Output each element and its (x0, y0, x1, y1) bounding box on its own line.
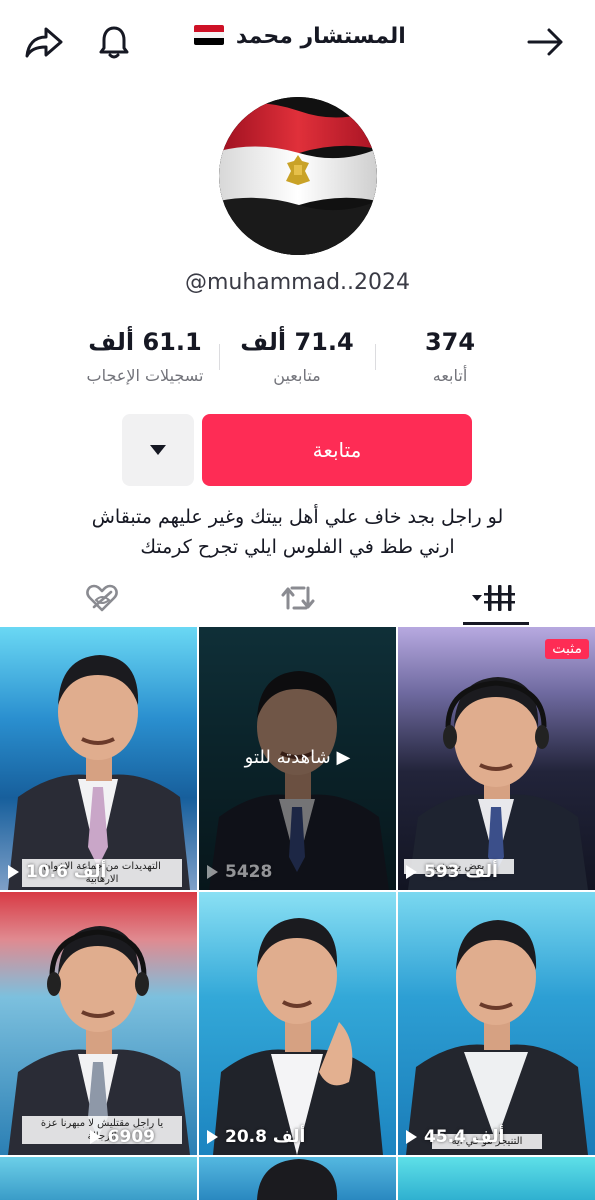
video-thumbnail[interactable]: التهديدات من جماعة الاخوان الارهابية 10.… (0, 627, 197, 890)
video-thumbnail[interactable]: ▶ شاهدته للتو 5428 (199, 627, 396, 890)
profile-stats: 374 أتابعه 71.4 ألف متابعين 61.1 ألف تسج… (0, 328, 595, 398)
following-stat[interactable]: 374 أتابعه (375, 328, 525, 385)
profile-bio: لو راجل بجد خاف علي أهل بيتك وغير عليهم … (40, 502, 555, 562)
following-count: 374 (424, 328, 476, 356)
follow-button[interactable]: متابعة (202, 414, 472, 486)
just-watched-label: ▶ شاهدته للتو (244, 747, 351, 768)
thumbnail-background (398, 1157, 595, 1200)
egypt-flag-icon (194, 25, 225, 45)
following-label: أتابعه (432, 366, 468, 385)
play-icon (207, 865, 218, 879)
person-thumbnail-graphic (213, 918, 383, 1155)
play-icon (406, 1130, 417, 1144)
view-count: 6909 (89, 1127, 155, 1147)
video-thumbnail[interactable]: يا راجل مقتليش لا مبهرنا عزة الرجالة 690… (0, 892, 197, 1155)
play-icon (207, 1130, 218, 1144)
followers-label: متابعين (273, 366, 321, 385)
view-count: 45.4 ألف (406, 1127, 504, 1147)
pinned-badge: مثبت (545, 639, 589, 659)
share-icon[interactable] (22, 20, 66, 64)
likes-stat[interactable]: 61.1 ألف تسجيلات الإعجاب (70, 328, 220, 385)
video-thumbnail[interactable] (199, 1157, 396, 1200)
tab-liked[interactable] (74, 572, 130, 624)
hidden-heart-icon (86, 584, 118, 612)
person-thumbnail-graphic (257, 1159, 338, 1200)
active-tab-indicator (463, 622, 529, 625)
view-count: 593 ألف (406, 862, 498, 882)
caret-down-icon (150, 445, 166, 455)
video-thumbnail[interactable]: 20.8 ألف (199, 892, 396, 1155)
page-title: المستشار محمد (150, 24, 450, 49)
likes-count: 61.1 ألف (88, 328, 202, 356)
video-thumbnail[interactable]: التنيجر هو في ايه 45.4 ألف (398, 892, 595, 1155)
tab-videos[interactable] (460, 572, 532, 624)
play-icon (89, 1130, 101, 1144)
profile-handle: @muhammad..2024 (184, 270, 411, 295)
content-tabs (0, 572, 595, 626)
view-count: 20.8 ألف (207, 1127, 305, 1147)
followers-count: 71.4 ألف (240, 328, 354, 356)
avatar[interactable] (219, 97, 377, 255)
video-thumbnail[interactable] (0, 1157, 197, 1200)
repost-icon (281, 586, 315, 610)
video-thumbnail[interactable] (398, 1157, 595, 1200)
videos-grid-icon (472, 585, 515, 611)
video-thumbnail[interactable]: مثبت بعض يهسني 593 ألف (398, 627, 595, 890)
view-count: 5428 (207, 862, 272, 882)
video-grid: مثبت بعض يهسني 593 ألف ▶ شاهدته للتو 542… (0, 627, 595, 1200)
person-thumbnail-graphic (8, 655, 190, 890)
thumbnail-background (0, 1157, 197, 1200)
view-count: 10.6 ألف (8, 862, 106, 882)
person-thumbnail-graphic (406, 920, 588, 1155)
top-bar: المستشار محمد (0, 0, 595, 82)
bio-line: لو راجل بجد خاف علي أهل بيتك وغير عليهم … (91, 506, 504, 528)
back-arrow-icon[interactable] (524, 20, 568, 64)
bio-line: ارني طظ في الفلوس ايلي تجرح كرمتك (140, 536, 455, 558)
play-icon (8, 865, 19, 879)
bell-icon[interactable] (92, 20, 136, 64)
likes-label: تسجيلات الإعجاب (86, 366, 204, 385)
followers-stat[interactable]: 71.4 ألف متابعين (222, 328, 372, 385)
tab-reposts[interactable] (270, 572, 326, 624)
suggested-accounts-button[interactable] (122, 414, 194, 486)
stats-divider (375, 344, 376, 370)
person-thumbnail-graphic (408, 677, 588, 890)
play-icon (406, 865, 417, 879)
